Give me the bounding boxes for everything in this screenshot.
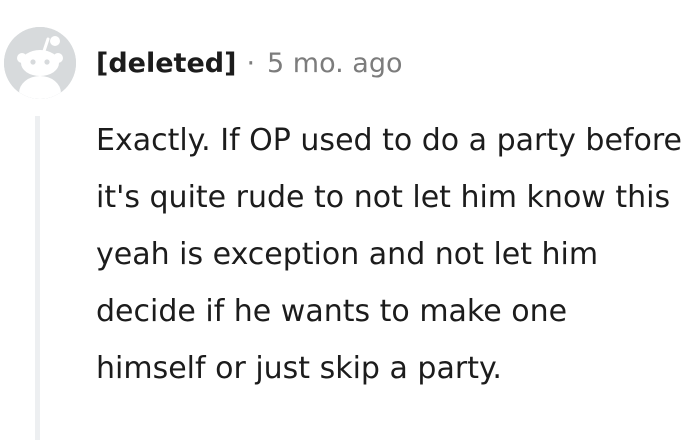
snoo-silhouette-icon: [4, 27, 76, 99]
meta-separator: ·: [246, 48, 256, 79]
comment-meta: [deleted] · 5 mo. ago: [96, 44, 403, 84]
comment-timestamp[interactable]: 5 mo. ago: [267, 44, 402, 84]
author-name[interactable]: [deleted]: [96, 44, 236, 84]
avatar[interactable]: [4, 27, 76, 99]
thread-collapse-line[interactable]: [35, 116, 40, 440]
comment-body: Exactly. If OP used to do a party before…: [96, 123, 682, 386]
